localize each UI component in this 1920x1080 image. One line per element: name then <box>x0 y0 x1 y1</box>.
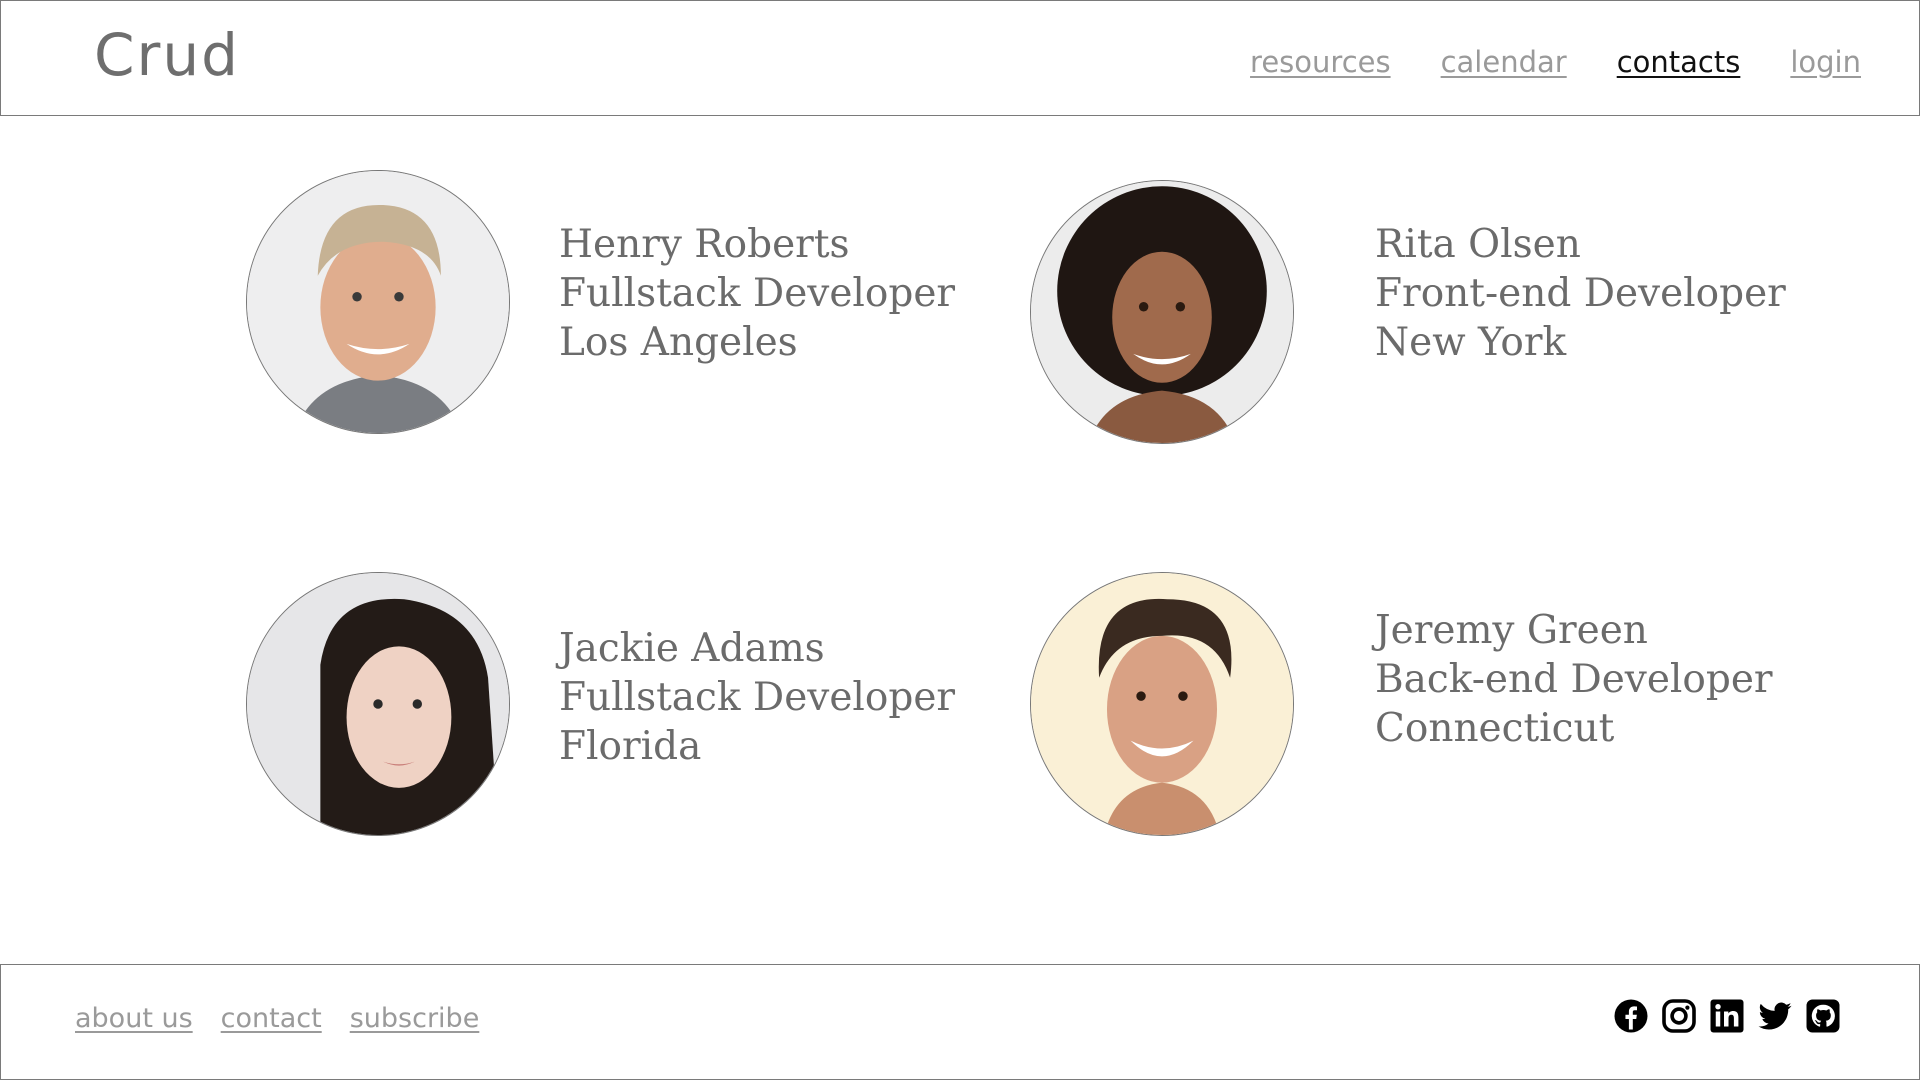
nav-calendar[interactable]: calendar <box>1441 45 1567 79</box>
avatar <box>1030 180 1294 444</box>
twitter-icon[interactable] <box>1757 998 1793 1034</box>
contact-info: Henry Roberts Fullstack Developer Los An… <box>559 220 955 367</box>
contact-card: Jackie Adams Fullstack Developer Florida <box>246 572 955 842</box>
footer-links: about us contact subscribe <box>75 1003 479 1034</box>
github-icon[interactable] <box>1805 998 1841 1034</box>
contact-info: Jackie Adams Fullstack Developer Florida <box>559 624 955 771</box>
nav-login[interactable]: login <box>1790 45 1861 79</box>
contact-location: New York <box>1375 320 1567 365</box>
contact-name: Jackie Adams <box>559 626 825 671</box>
contact-name: Jeremy Green <box>1375 608 1648 653</box>
avatar <box>246 572 510 836</box>
brand-logo[interactable]: Crud <box>94 21 240 89</box>
contact-location: Florida <box>559 724 702 769</box>
contact-card: Rita Olsen Front-end Developer New York <box>1030 180 1786 450</box>
facebook-icon[interactable] <box>1613 998 1649 1034</box>
avatar <box>246 170 510 434</box>
contact-info: Rita Olsen Front-end Developer New York <box>1375 220 1786 367</box>
contact-info: Jeremy Green Back-end Developer Connecti… <box>1375 606 1773 753</box>
nav-resources[interactable]: resources <box>1250 45 1391 79</box>
contact-location: Connecticut <box>1375 706 1615 751</box>
contact-role: Back-end Developer <box>1375 657 1773 702</box>
contact-role: Front-end Developer <box>1375 271 1786 316</box>
nav-contacts[interactable]: contacts <box>1617 45 1741 79</box>
contact-location: Los Angeles <box>559 320 798 365</box>
main-nav: resources calendar contacts login <box>1250 45 1861 79</box>
linkedin-icon[interactable] <box>1709 998 1745 1034</box>
contact-name: Henry Roberts <box>559 222 850 267</box>
site-header: Crud resources calendar contacts login <box>0 0 1920 116</box>
instagram-icon[interactable] <box>1661 998 1697 1034</box>
contact-card: Jeremy Green Back-end Developer Connecti… <box>1030 572 1773 842</box>
contact-name: Rita Olsen <box>1375 222 1581 267</box>
footer-link-about[interactable]: about us <box>75 1003 193 1034</box>
social-links <box>1613 998 1841 1034</box>
site-footer: about us contact subscribe <box>0 964 1920 1080</box>
contact-role: Fullstack Developer <box>559 675 956 720</box>
contact-card: Henry Roberts Fullstack Developer Los An… <box>246 170 955 440</box>
footer-link-subscribe[interactable]: subscribe <box>350 1003 480 1034</box>
contact-role: Fullstack Developer <box>559 271 956 316</box>
footer-link-contact[interactable]: contact <box>221 1003 322 1034</box>
avatar <box>1030 572 1294 836</box>
